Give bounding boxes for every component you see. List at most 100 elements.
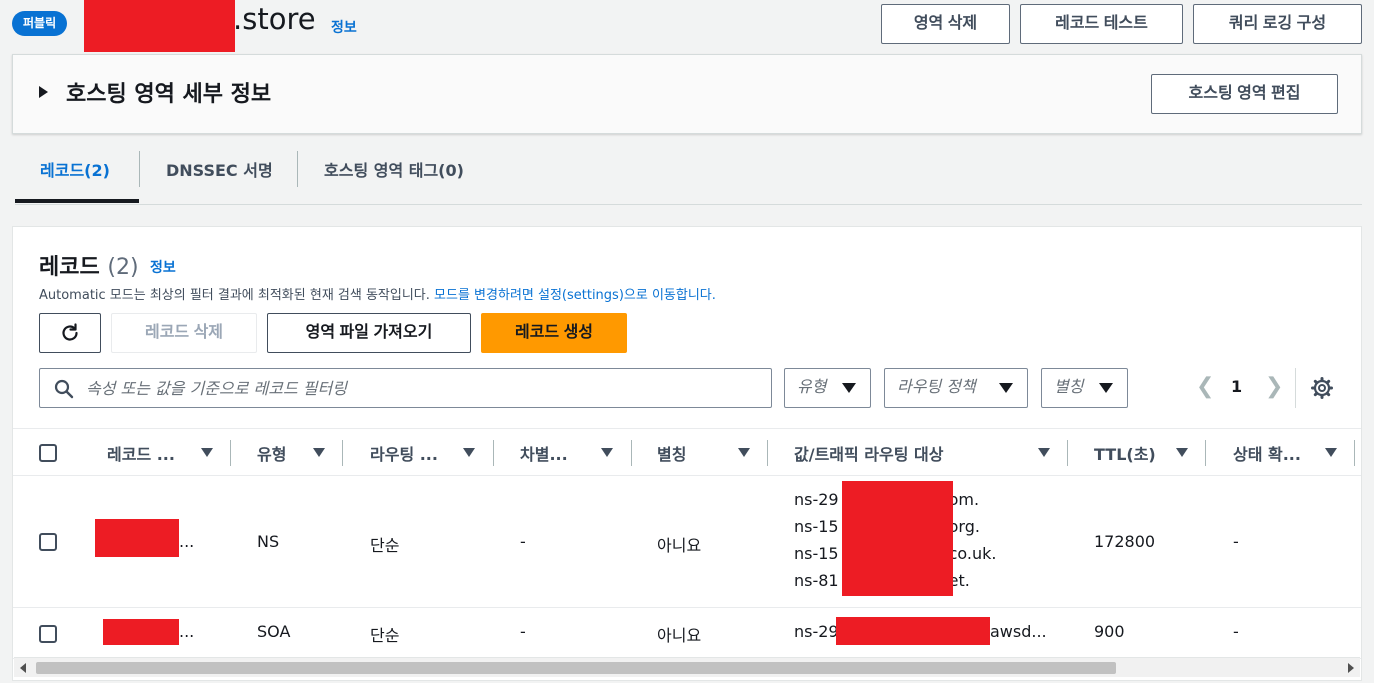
record-filter-input[interactable]: [86, 377, 746, 399]
column-header-type[interactable]: 유형: [257, 441, 286, 465]
page-number[interactable]: 1: [1231, 377, 1242, 396]
redacted-domain: [84, 0, 235, 52]
alias-value: 아니요: [657, 626, 702, 645]
scrollbar-thumb[interactable]: [36, 662, 1116, 674]
scroll-left-arrow-icon[interactable]: [20, 663, 26, 673]
row-checkbox[interactable]: [39, 533, 57, 551]
column-header-routing[interactable]: 라우팅 ...: [370, 441, 438, 465]
records-title: 레코드: [39, 255, 100, 280]
column-divider[interactable]: [631, 440, 632, 466]
column-divider[interactable]: [342, 440, 343, 466]
tab-tags[interactable]: 호스팅 영역 태그(0): [324, 157, 464, 181]
record-value-suffix: awsd...: [990, 622, 1047, 641]
refresh-button[interactable]: [39, 313, 101, 353]
caret-down-icon: [999, 383, 1013, 393]
record-value-prefix: ns-29: [794, 622, 839, 641]
column-divider[interactable]: [767, 440, 768, 466]
select-all-checkbox[interactable]: [39, 444, 57, 462]
tab-divider: [297, 151, 298, 187]
tab-dnssec[interactable]: DNSSEC 서명: [166, 157, 273, 181]
ttl-value: 172800: [1094, 532, 1156, 551]
hosted-zone-details-panel: 호스팅 영역 세부 정보 호스팅 영역 편집: [12, 54, 1362, 134]
type-filter-dropdown[interactable]: 유형: [784, 368, 871, 408]
routing-filter-dropdown[interactable]: 라우팅 정책: [884, 368, 1028, 408]
health-check-value: -: [1233, 622, 1239, 641]
gear-icon[interactable]: [1310, 376, 1334, 400]
column-header-differentiator[interactable]: 차별...: [520, 441, 568, 465]
description-text: Automatic 모드는 최상의 필터 결과에 최적화된 현재 검색 동작입니…: [39, 288, 430, 303]
tab-divider: [139, 151, 140, 187]
sort-caret-icon[interactable]: [313, 448, 325, 457]
tab-records[interactable]: 레코드(2): [40, 157, 110, 181]
details-title[interactable]: 호스팅 영역 세부 정보: [66, 76, 271, 108]
record-name-suffix[interactable]: ...: [179, 532, 194, 551]
health-check-value: -: [1233, 532, 1239, 551]
sort-caret-icon[interactable]: [738, 448, 750, 457]
alias-filter-label: 별칭: [1054, 377, 1084, 396]
delete-record-button[interactable]: 레코드 삭제: [111, 313, 257, 353]
differentiator: -: [520, 532, 526, 551]
redacted-values: [842, 481, 953, 596]
import-zone-file-button[interactable]: 영역 파일 가져오기: [267, 313, 471, 353]
query-logging-button[interactable]: 쿼리 로깅 구성: [1193, 4, 1362, 44]
records-info-link[interactable]: 정보: [150, 257, 176, 277]
records-description: Automatic 모드는 최상의 필터 결과에 최적화된 현재 검색 동작입니…: [39, 284, 716, 303]
settings-link[interactable]: 모드를 변경하려면 설정(settings)으로 이동합니다.: [434, 288, 716, 303]
records-heading: 레코드 (2): [39, 249, 139, 281]
test-record-button[interactable]: 레코드 테스트: [1020, 4, 1183, 44]
column-header-health-check[interactable]: 상태 확...: [1233, 441, 1301, 465]
info-link[interactable]: 정보: [331, 17, 357, 37]
visibility-badge: 퍼블릭: [12, 11, 68, 36]
redacted-value: [836, 617, 990, 645]
column-header-alias[interactable]: 별칭: [657, 441, 686, 465]
table-row[interactable]: ... SOA 단순 - 아니요 ns-29 awsd... 900 -: [13, 609, 1361, 659]
table-header: 레코드 ... 유형 라우팅 ... 차별... 별칭 값/트래픽 라우팅 대상…: [13, 428, 1361, 476]
redacted-record-name: [103, 619, 179, 645]
type-filter-label: 유형: [797, 377, 827, 396]
record-type: SOA: [257, 622, 291, 641]
expand-triangle-icon[interactable]: [39, 86, 48, 98]
edit-zone-button[interactable]: 호스팅 영역 편집: [1151, 74, 1338, 114]
caret-down-icon: [842, 383, 856, 393]
table-row[interactable]: ... NS 단순 - 아니요 ns-29 om. ns-15 org. ns-15…: [13, 476, 1361, 608]
scroll-right-arrow-icon[interactable]: [1348, 663, 1354, 673]
create-record-button[interactable]: 레코드 생성: [481, 313, 627, 353]
delete-zone-button[interactable]: 영역 삭제: [881, 4, 1010, 44]
pager-divider: [1295, 368, 1296, 408]
refresh-icon: [62, 323, 78, 341]
column-divider[interactable]: [1067, 440, 1068, 466]
tab-bar: 레코드(2) DNSSEC 서명 호스팅 영역 태그(0): [15, 135, 1362, 205]
horizontal-scrollbar[interactable]: [14, 657, 1360, 677]
sort-caret-icon[interactable]: [601, 448, 613, 457]
column-header-record-name[interactable]: 레코드 ...: [107, 441, 175, 465]
records-count: (2): [107, 255, 139, 280]
sort-caret-icon[interactable]: [1325, 448, 1337, 457]
routing-filter-label: 라우팅 정책: [897, 377, 976, 396]
redacted-record-name: [95, 519, 179, 557]
records-container: 레코드 (2) 정보 Automatic 모드는 최상의 필터 결과에 최적화된…: [12, 226, 1362, 681]
column-divider[interactable]: [493, 440, 494, 466]
sort-caret-icon[interactable]: [201, 448, 213, 457]
sort-caret-icon[interactable]: [1038, 448, 1050, 457]
column-divider[interactable]: [1354, 440, 1355, 466]
next-page-icon[interactable]: ❯: [1265, 376, 1283, 398]
prev-page-icon[interactable]: ❮: [1196, 376, 1214, 398]
row-checkbox[interactable]: [39, 625, 57, 643]
active-tab-indicator: [15, 199, 139, 203]
search-icon: [54, 379, 74, 399]
column-header-value[interactable]: 값/트래픽 라우팅 대상: [794, 441, 943, 465]
sort-caret-icon[interactable]: [1176, 448, 1188, 457]
caret-down-icon: [1099, 383, 1113, 393]
column-divider[interactable]: [230, 440, 231, 466]
hosted-zone-title: .store: [233, 2, 316, 36]
column-header-ttl[interactable]: TTL(초): [1094, 441, 1156, 465]
column-divider[interactable]: [1205, 440, 1206, 466]
alias-filter-dropdown[interactable]: 별칭: [1041, 368, 1128, 408]
record-type: NS: [257, 532, 280, 551]
routing-policy: 단순: [370, 626, 400, 645]
alias-value: 아니요: [657, 536, 702, 555]
differentiator: -: [520, 622, 526, 641]
page-header: 퍼블릭 .store 정보 영역 삭제 레코드 테스트 쿼리 로깅 구성: [0, 0, 1374, 52]
sort-caret-icon[interactable]: [463, 448, 475, 457]
record-name-suffix[interactable]: ...: [179, 622, 194, 641]
